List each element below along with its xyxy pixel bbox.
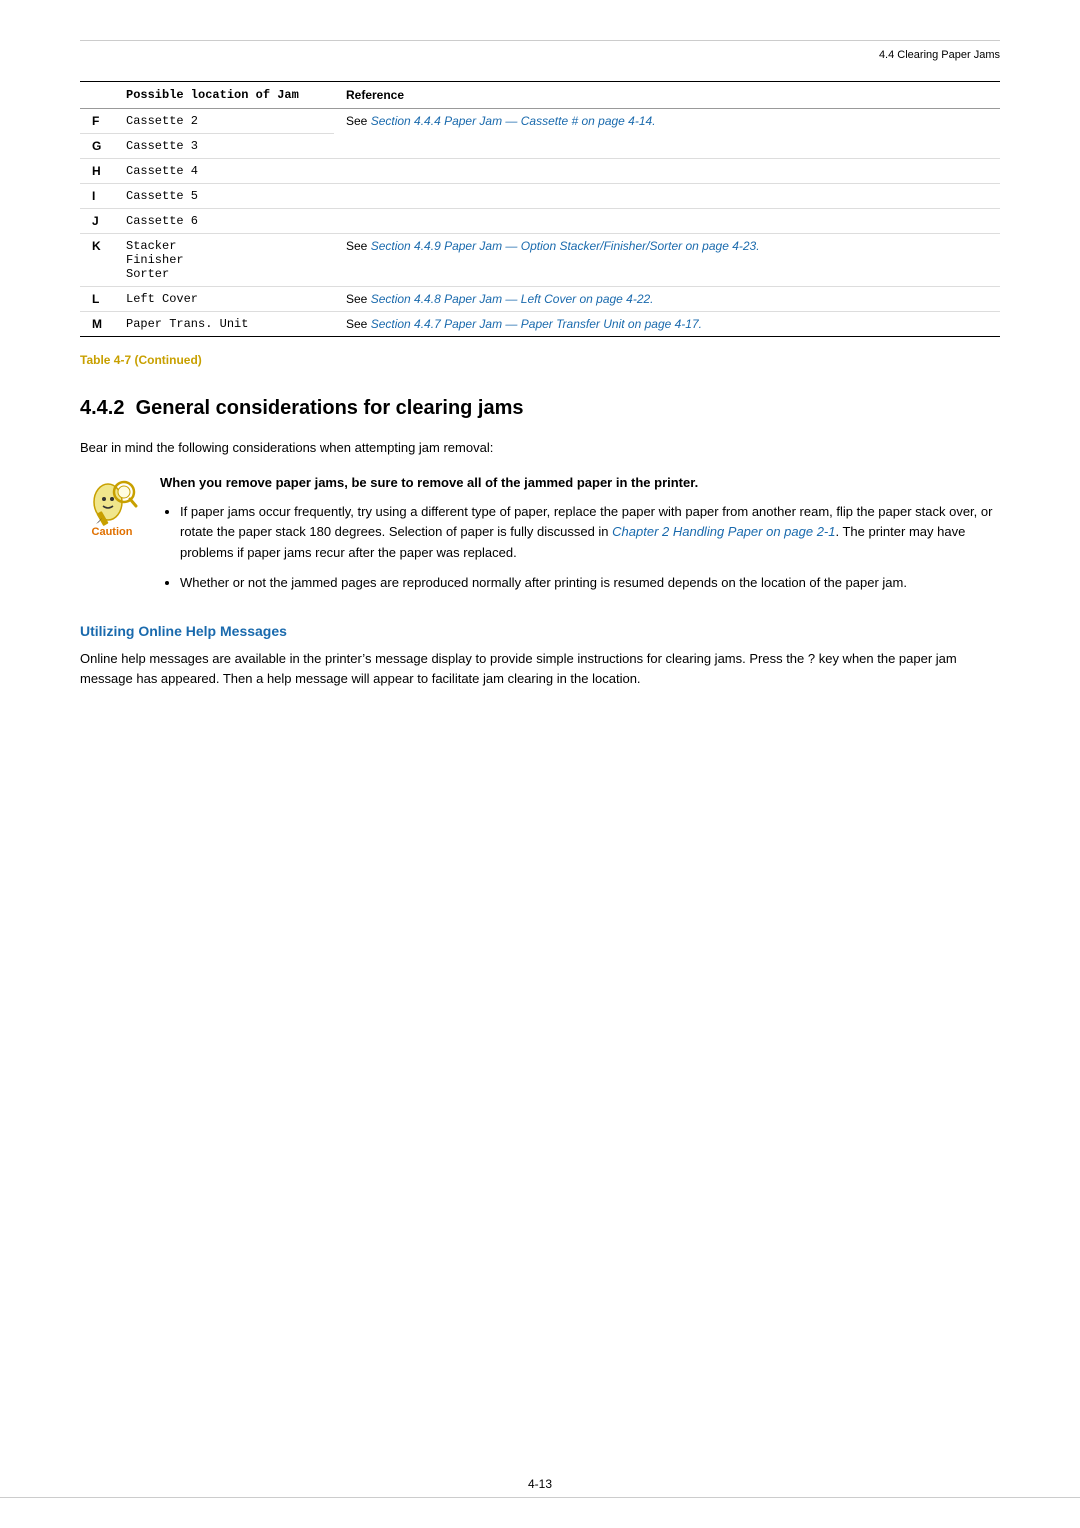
page-container: 4.4 Clearing Paper Jams Possible locatio… xyxy=(0,0,1080,1528)
table-row: LLeft CoverSee Section 4.4.8 Paper Jam —… xyxy=(80,287,1000,312)
row-reference xyxy=(334,184,1000,209)
row-reference: See Section 4.4.4 Paper Jam — Cassette #… xyxy=(334,109,1000,159)
row-location: Cassette 6 xyxy=(114,209,334,234)
row-label: J xyxy=(80,209,114,234)
caution-container: Caution When you remove paper jams, be s… xyxy=(80,474,1000,603)
page-header: 4.4 Clearing Paper Jams xyxy=(80,40,1000,61)
table-row: HCassette 4 xyxy=(80,159,1000,184)
reference-link[interactable]: Section 4.4.4 Paper Jam — Cassette # on … xyxy=(371,114,656,128)
row-label: L xyxy=(80,287,114,312)
row-location: Left Cover xyxy=(114,287,334,312)
table-row: FCassette 2See Section 4.4.4 Paper Jam —… xyxy=(80,109,1000,134)
caution-label-text: Caution xyxy=(92,526,133,538)
caution-bullet-list: If paper jams occur frequently, try usin… xyxy=(160,502,1000,593)
intro-text: Bear in mind the following consideration… xyxy=(80,438,1000,458)
jam-location-table: Possible location of Jam Reference FCass… xyxy=(80,81,1000,337)
row-reference: See Section 4.4.9 Paper Jam — Option Sta… xyxy=(334,234,1000,287)
table-header-location: Possible location of Jam xyxy=(114,82,334,109)
row-label: H xyxy=(80,159,114,184)
subsection-heading: Utilizing Online Help Messages xyxy=(80,623,1000,639)
table-row: KStackerFinisherSorterSee Section 4.4.9 … xyxy=(80,234,1000,287)
row-label: F xyxy=(80,109,114,134)
table-header-reference: Reference xyxy=(334,82,1000,109)
bullet-item-1: If paper jams occur frequently, try usin… xyxy=(180,502,1000,562)
bullet1-link[interactable]: Chapter 2 Handling Paper on page 2-1 xyxy=(612,524,835,539)
caution-icon-area: Caution xyxy=(80,474,144,538)
row-location: Cassette 3 xyxy=(114,134,334,159)
row-location: Cassette 2 xyxy=(114,109,334,134)
row-location: Paper Trans. Unit xyxy=(114,312,334,337)
row-reference: See Section 4.4.8 Paper Jam — Left Cover… xyxy=(334,287,1000,312)
caution-content: When you remove paper jams, be sure to r… xyxy=(160,474,1000,603)
caution-bold-text: When you remove paper jams, be sure to r… xyxy=(160,474,1000,492)
section-heading: 4.4.2 General considerations for clearin… xyxy=(80,397,1000,420)
table-row: ICassette 5 xyxy=(80,184,1000,209)
row-location: Cassette 4 xyxy=(114,159,334,184)
header-section-ref: 4.4 Clearing Paper Jams xyxy=(879,49,1000,61)
online-help-text: Online help messages are available in th… xyxy=(80,649,1000,689)
row-reference: See Section 4.4.7 Paper Jam — Paper Tran… xyxy=(334,312,1000,337)
reference-link[interactable]: Section 4.4.8 Paper Jam — Left Cover on … xyxy=(371,292,654,306)
table-header-label xyxy=(80,82,114,109)
page-number: 4-13 xyxy=(528,1477,552,1497)
row-label: G xyxy=(80,134,114,159)
section-title: General considerations for clearing jams xyxy=(136,397,524,419)
reference-link[interactable]: Section 4.4.7 Paper Jam — Paper Transfer… xyxy=(371,317,702,331)
row-label: M xyxy=(80,312,114,337)
bullet-item-2: Whether or not the jammed pages are repr… xyxy=(180,573,1000,593)
table-row: JCassette 6 xyxy=(80,209,1000,234)
section-number: 4.4.2 xyxy=(80,397,124,419)
row-reference xyxy=(334,159,1000,184)
table-caption: Table 4-7 (Continued) xyxy=(80,353,1000,367)
reference-link[interactable]: Section 4.4.9 Paper Jam — Option Stacker… xyxy=(371,239,760,253)
row-location: StackerFinisherSorter xyxy=(114,234,334,287)
caution-icon xyxy=(86,474,138,526)
page-footer: 4-13 xyxy=(0,1477,1080,1498)
row-reference xyxy=(334,209,1000,234)
row-location: Cassette 5 xyxy=(114,184,334,209)
row-label: I xyxy=(80,184,114,209)
row-label: K xyxy=(80,234,114,287)
table-row: MPaper Trans. UnitSee Section 4.4.7 Pape… xyxy=(80,312,1000,337)
